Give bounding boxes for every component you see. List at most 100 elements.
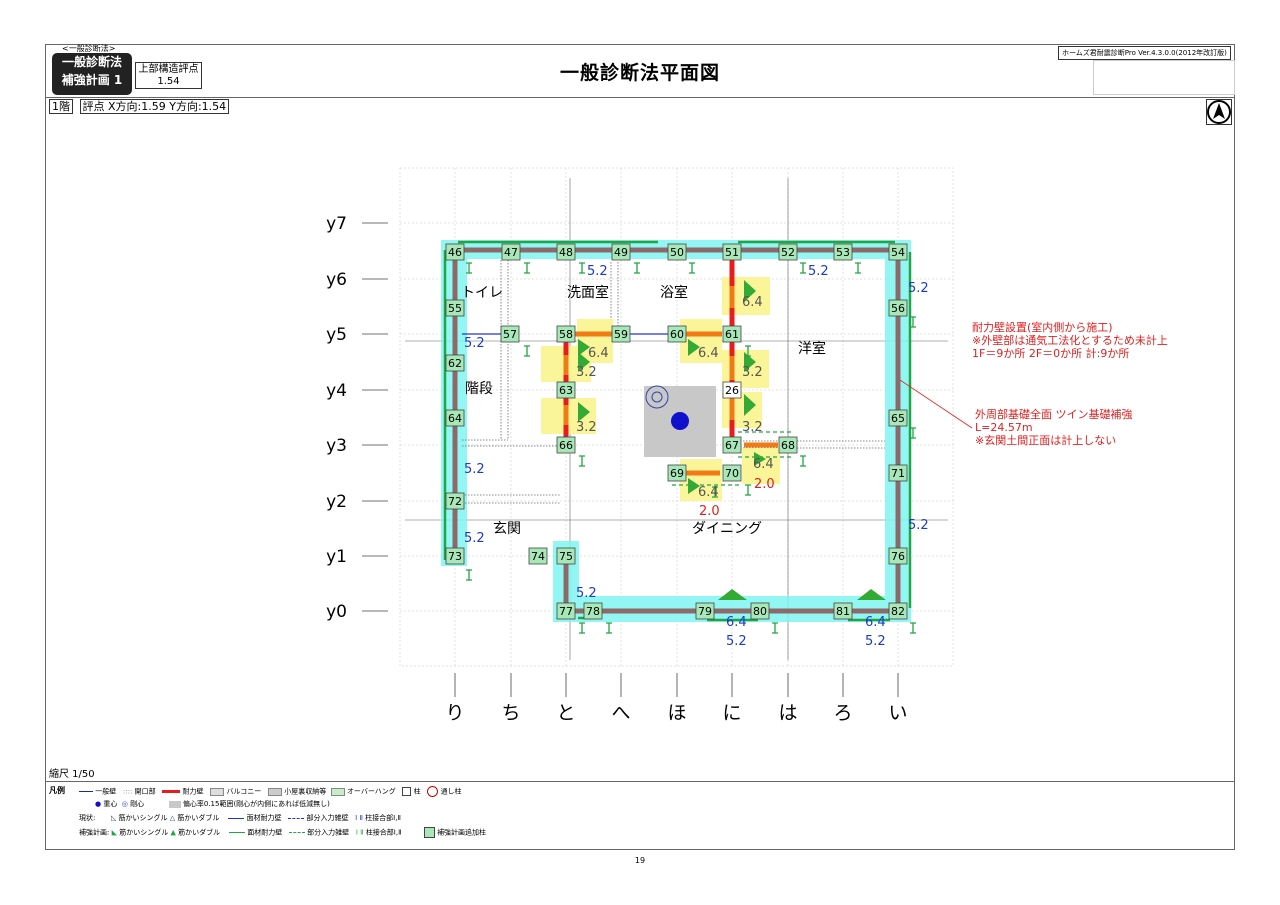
column-marker: 66 — [556, 436, 576, 454]
column-label: 50 — [670, 246, 684, 259]
column-label: 68 — [781, 439, 795, 452]
x-label: に — [722, 702, 741, 724]
column-marker: 69 — [667, 464, 687, 482]
column-marker: 61 — [722, 325, 742, 343]
legend-item: 面材耐力壁 — [247, 828, 283, 837]
x-label: ろ — [833, 702, 852, 724]
column-label: 78 — [586, 605, 600, 618]
legend-item: 偏心率0.15範囲(剛心が内側にあれば低減無し) — [182, 800, 330, 808]
legend-item: 剛心 — [130, 800, 145, 808]
legend-item: 通し柱 — [440, 787, 462, 796]
note-line: 1F＝9か所 2F＝0か所 計:9か所 — [972, 347, 1130, 360]
column-label: 81 — [836, 605, 850, 618]
brace-value: 6.4 — [698, 485, 719, 500]
note-line: 外周部基礎全面 ツイン基礎補強 — [975, 408, 1133, 421]
legend-row: 補強計画: ◣ 筋かいシングル ▲ 筋かいダブル 面材耐力壁 部分入力雑壁 I … — [79, 827, 487, 838]
wall-value: 5.2 — [464, 531, 485, 546]
column-marker: 54 — [888, 243, 908, 261]
legend-row: 一般壁 :::: 開口部 耐力壁 バルコニー 小屋裏収納等 オーバーハング 柱 … — [79, 786, 462, 797]
column-marker: 48 — [556, 243, 576, 261]
brace-value: 3.2 — [576, 365, 597, 380]
x-label: い — [888, 702, 907, 724]
note-line: L=24.57m — [975, 421, 1033, 434]
column-label: 73 — [448, 550, 462, 563]
note-line: 耐力壁設置(室内側から施工) — [972, 321, 1113, 334]
x-label: り — [445, 702, 464, 724]
column-marker: 80 — [750, 602, 770, 620]
wall-value: 5.2 — [726, 634, 747, 649]
legend-item: 現状: — [79, 814, 96, 822]
x-label: へ — [611, 702, 630, 724]
legend-item: 筋かいダブル — [178, 828, 221, 837]
legend-item: 耐力壁 — [182, 787, 204, 796]
y-label: y7 — [326, 214, 347, 234]
column-marker: 70 — [722, 464, 742, 482]
column-marker: 53 — [833, 243, 853, 261]
legend-item: 筋かいダブル — [177, 814, 220, 822]
wall-value: 5.2 — [908, 281, 929, 296]
y-label: y5 — [326, 325, 347, 345]
column-label: 49 — [614, 246, 628, 259]
y-axis-ticks — [362, 222, 388, 612]
column-label: 53 — [836, 246, 850, 259]
room-label: 洗面室 — [567, 284, 609, 301]
y-label: y4 — [326, 381, 347, 401]
column-marker: 82 — [888, 602, 908, 620]
legend-item: 一般壁 — [95, 787, 117, 796]
wall-value: 5.2 — [464, 336, 485, 351]
wall-value: 5.2 — [808, 264, 829, 279]
column-label: 71 — [891, 467, 905, 480]
column-label: 47 — [504, 246, 518, 259]
column-label: 62 — [448, 357, 462, 370]
column-marker: 73 — [445, 547, 465, 565]
wall-value: 6.4 — [865, 615, 886, 630]
column-marker: 55 — [445, 299, 465, 317]
column-marker: 78 — [583, 602, 603, 620]
column-marker: 49 — [611, 243, 631, 261]
column-label: 70 — [725, 467, 739, 480]
column-label: 56 — [891, 302, 905, 315]
brace-value: 3.2 — [576, 420, 597, 435]
y-label: y6 — [326, 270, 347, 290]
column-label: 54 — [891, 246, 905, 259]
legend-item: 筋かいシングル — [118, 814, 168, 822]
column-label: 52 — [781, 246, 795, 259]
brace-value: 6.4 — [588, 346, 609, 361]
column-label: 55 — [448, 302, 462, 315]
room-label: ダイニング — [692, 521, 762, 537]
column-marker: 50 — [667, 243, 687, 261]
column-marker: 56 — [888, 299, 908, 317]
column-marker: 51 — [722, 243, 742, 261]
brace-value: 3.2 — [742, 420, 763, 435]
legend-row: 現状: ◺ 筋かいシングル △ 筋かいダブル 面材耐力壁 部分入力雑壁 I Ⅱ … — [79, 814, 401, 822]
column-marker: 71 — [888, 464, 908, 482]
wall-value: 6.4 — [726, 615, 747, 630]
legend-item: バルコニー — [226, 787, 262, 796]
legend-item: 筋かいシングル — [119, 828, 169, 837]
legend-item: 補強計画: — [79, 828, 110, 837]
column-marker: 79 — [695, 602, 715, 620]
legend-item: 補強計画追加柱 — [437, 828, 487, 837]
legend-item: 部分入力雑壁 — [306, 814, 349, 822]
column-marker: 77 — [556, 602, 576, 620]
note-line: ※外壁部は通気工法化とするため未計上 — [972, 334, 1168, 347]
legend: 凡例 一般壁 :::: 開口部 耐力壁 バルコニー 小屋裏収納等 オーバーハング… — [45, 781, 1235, 851]
x-axis-ticks — [454, 673, 899, 697]
y-label: y0 — [326, 602, 347, 622]
column-marker: 64 — [445, 409, 465, 427]
legend-row: ● 重心 ◎ 剛心 偏心率0.15範囲(剛心が内側にあれば低減無し) — [95, 800, 330, 808]
column-label: 72 — [448, 495, 462, 508]
gravity-center-icon — [671, 412, 689, 430]
column-marker: 74 — [528, 547, 548, 565]
column-label: 60 — [670, 328, 684, 341]
column-label: 76 — [891, 550, 905, 563]
column-label: 46 — [448, 246, 462, 259]
scale-label: 縮尺 1/50 — [49, 769, 95, 780]
column-label: 63 — [559, 384, 573, 397]
room-label: 階段 — [465, 381, 493, 397]
legend-item: 開口部 — [134, 787, 156, 796]
column-marker: 60 — [667, 325, 687, 343]
column-label: 75 — [559, 550, 573, 563]
column-label: 67 — [725, 439, 739, 452]
room-label: 洋室 — [798, 340, 826, 357]
